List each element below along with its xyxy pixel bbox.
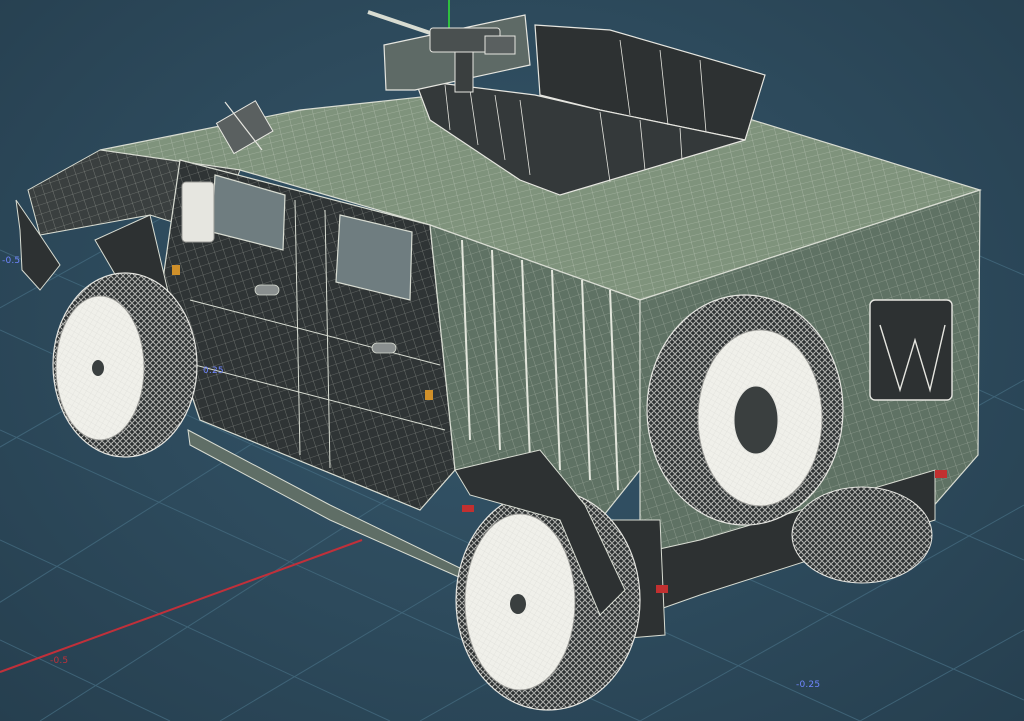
x-axis-line [0,539,363,673]
side-reflector [462,505,474,512]
grid-label-bottom-right: -0.25 [796,680,821,690]
side-reflector-amber-1 [172,265,180,275]
side-reflector-amber-2 [425,390,433,400]
tail-light-lower [656,585,668,593]
spare-tire [646,294,844,526]
door-handle-rear [371,342,397,354]
tail-light-right [935,470,947,478]
grid-label-center: 0.25 [203,366,224,376]
side-mirror [181,181,215,243]
wheel-front-left [52,272,198,458]
3d-viewport[interactable]: 0.25 -0.25 -0.5 -0.5 [0,0,1024,721]
vehicle-model[interactable] [15,10,982,711]
grid-label-left-edge: -0.5 [2,256,21,266]
grid-label-red-axis: -0.5 [50,656,69,666]
door-handle-front [254,284,280,296]
wheel-rear-right [791,486,933,584]
viewport-canvas[interactable] [0,0,1024,721]
